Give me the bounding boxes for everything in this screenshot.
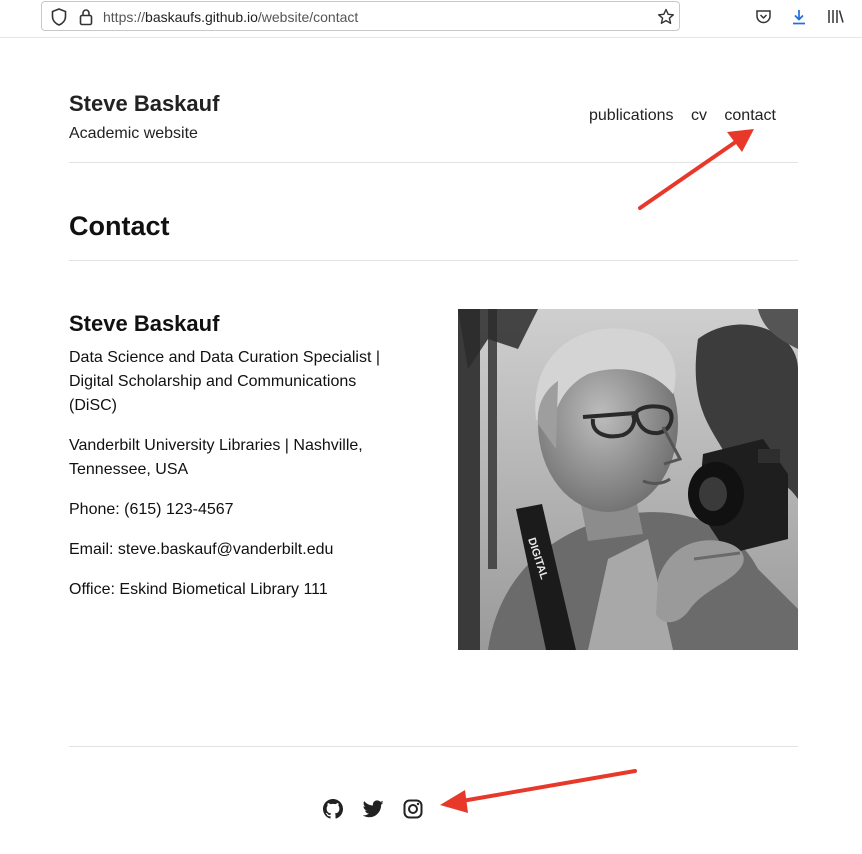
arrow-to-contact-line [638,139,739,210]
url-text[interactable]: https://baskaufs.github.io/website/conta… [103,9,358,25]
contact-institution: Vanderbilt University Libraries | Nashvi… [69,437,363,478]
url-path: /website/contact [257,9,359,25]
header-divider [69,162,798,163]
download-icon[interactable] [790,8,808,31]
title-divider [69,260,798,261]
github-icon[interactable] [323,799,343,824]
lock-icon[interactable] [79,8,93,31]
contact-info: Steve Baskauf Data Science and Data Cura… [69,310,399,618]
site-title[interactable]: Steve Baskauf [69,91,219,117]
page-title: Contact [69,211,170,241]
arrow-to-social-line [460,769,637,803]
contact-name: Steve Baskauf [69,311,220,336]
address-bar[interactable]: https://baskaufs.github.io/website/conta… [41,1,680,31]
contact-office: Office: Eskind Biometical Library 111 [69,581,328,598]
contact-phone: Phone: (615) 123-4567 [69,501,234,518]
nav-publications[interactable]: publications [589,107,674,124]
contact-email: Email: steve.baskauf@vanderbilt.edu [69,541,334,558]
instagram-icon[interactable] [403,799,423,824]
browser-toolbar: https://baskaufs.github.io/website/conta… [0,0,862,38]
contact-role: Data Science and Data Curation Specialis… [69,349,380,414]
pocket-icon[interactable] [755,8,772,30]
site-tagline: Academic website [69,125,198,142]
main-nav: publications cv contact [589,107,776,125]
shield-icon[interactable] [51,8,67,31]
profile-photo: DIGITAL [458,309,798,650]
library-icon[interactable] [827,8,845,30]
star-icon[interactable] [657,8,675,31]
arrow-to-social-head [440,790,468,813]
url-host: baskaufs.github.io [145,9,258,25]
url-scheme: https:// [103,9,146,25]
twitter-icon[interactable] [362,799,384,824]
nav-cv[interactable]: cv [691,107,707,124]
footer-divider [69,746,798,747]
nav-contact[interactable]: contact [724,107,776,124]
arrow-to-contact-head [727,129,754,152]
